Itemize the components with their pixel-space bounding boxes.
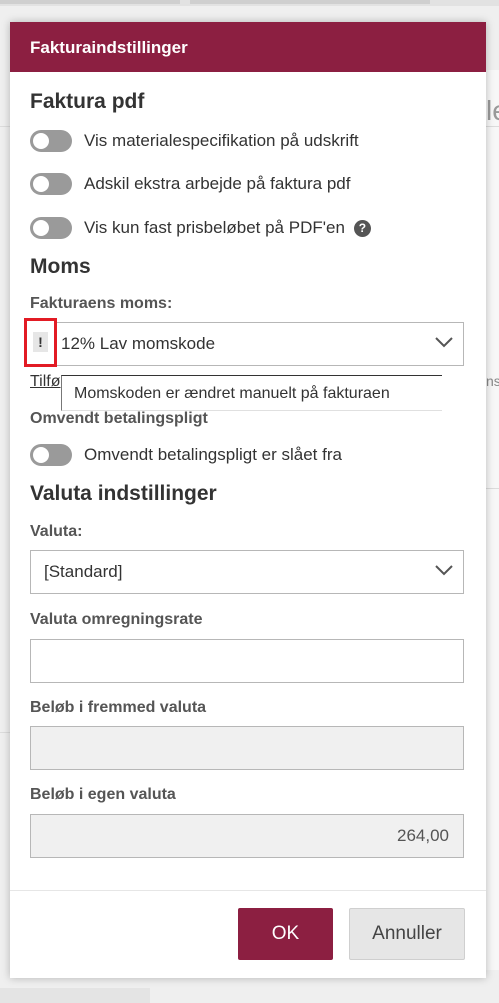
section-title-currency: Valuta indstillinger xyxy=(30,482,217,505)
help-icon[interactable]: ? xyxy=(353,219,371,237)
exchange-rate-input[interactable] xyxy=(30,639,464,683)
toggle-switch[interactable] xyxy=(30,173,72,195)
toggle-label: Adskil ekstra arbejde på faktura pdf xyxy=(84,174,351,193)
dialog-title: Fakturaindstillinger xyxy=(10,22,486,72)
own-amount-field: 264,00 xyxy=(30,814,464,858)
toggle-label: Vis kun fast prisbeløbet på PDF'en xyxy=(84,218,345,237)
currency-field-label: Valuta: xyxy=(30,523,83,540)
background-tab xyxy=(0,0,180,4)
section-title-pdf: Faktura pdf xyxy=(30,90,145,113)
toggle-row-material-spec[interactable]: Vis materialespecifikation på udskrift xyxy=(30,130,359,152)
toggle-knob xyxy=(33,176,49,192)
background-divider xyxy=(0,732,10,733)
toggle-label: Omvendt betalingspligt er slået fra xyxy=(84,445,342,464)
toggle-row-reverse-charge[interactable]: Omvendt betalingspligt er slået fra xyxy=(30,444,342,466)
background-text: ns xyxy=(486,373,499,389)
invoice-settings-dialog: Fakturaindstillinger Faktura pdf Vis mat… xyxy=(10,22,486,978)
toggle-switch[interactable] xyxy=(30,130,72,152)
own-amount-value: 264,00 xyxy=(397,826,449,845)
exchange-rate-label: Valuta omregningsrate xyxy=(30,611,203,628)
foreign-amount-label: Beløb i fremmed valuta xyxy=(30,699,207,716)
warning-tooltip: Momskoden er ændret manuelt på fakturaen xyxy=(61,375,442,411)
vat-changed-warning[interactable]: ! xyxy=(24,318,57,367)
footer-divider xyxy=(10,890,486,891)
add-link-partial[interactable]: Tilfø xyxy=(30,373,61,391)
own-amount-label: Beløb i egen valuta xyxy=(30,786,176,803)
vat-select[interactable]: 12% Lav momskode xyxy=(30,322,464,366)
toggle-switch[interactable] xyxy=(30,444,72,466)
toggle-label: Vis materialespecifikation på udskrift xyxy=(84,131,359,150)
background-panel xyxy=(486,70,499,970)
currency-select[interactable]: [Standard] xyxy=(30,550,464,594)
background-divider xyxy=(0,126,10,127)
reverse-charge-label: Omvendt betalingspligt xyxy=(30,410,208,427)
toggle-knob xyxy=(33,447,49,463)
cancel-button[interactable]: Annuller xyxy=(349,908,465,960)
toggle-switch[interactable] xyxy=(30,217,72,239)
background-text: le xyxy=(486,95,499,126)
ok-button[interactable]: OK xyxy=(238,908,333,960)
section-title-vat: Moms xyxy=(30,255,91,278)
currency-select-value: [Standard] xyxy=(44,562,123,581)
background-divider xyxy=(486,126,499,127)
vat-field-label: Fakturaens moms: xyxy=(30,295,173,312)
background-divider xyxy=(486,488,499,489)
exclamation-icon: ! xyxy=(33,332,48,352)
background-tab xyxy=(190,0,430,4)
toggle-row-extra-work[interactable]: Adskil ekstra arbejde på faktura pdf xyxy=(30,173,350,195)
toggle-row-fixed-price[interactable]: Vis kun fast prisbeløbet på PDF'en ? xyxy=(30,217,371,239)
chevron-down-icon xyxy=(435,565,453,576)
background-page xyxy=(0,988,150,1003)
chevron-down-icon xyxy=(435,337,453,348)
toggle-knob xyxy=(33,133,49,149)
vat-select-value: 12% Lav momskode xyxy=(61,334,216,353)
foreign-amount-field xyxy=(30,726,464,770)
toggle-knob xyxy=(33,220,49,236)
